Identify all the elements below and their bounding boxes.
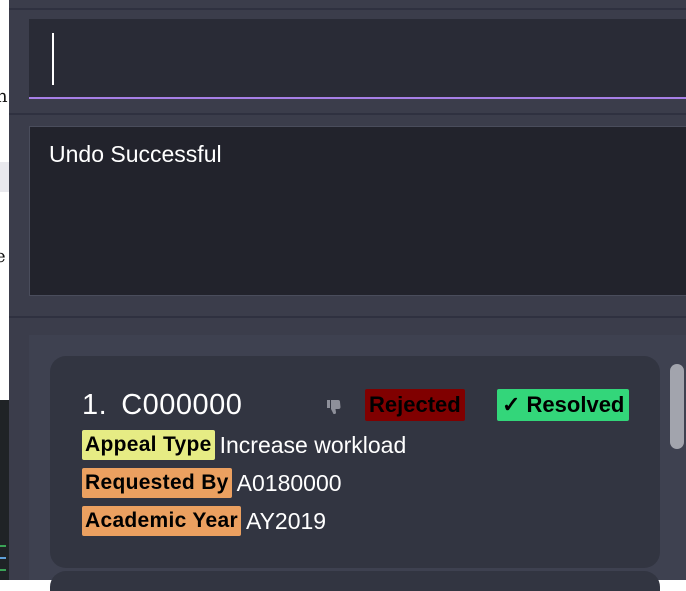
list-scrollbar[interactable] <box>670 364 684 580</box>
text-caret <box>52 33 54 85</box>
requested-by-value: A0180000 <box>236 470 342 496</box>
thumbs-down-icon <box>327 400 341 414</box>
background-window-strip: h e <box>0 0 9 580</box>
academic-year-value: AY2019 <box>245 508 327 534</box>
appeal-list-panel[interactable]: 1. C000000 Rejected ✓ Resolved Appeal Typ… <box>29 335 686 580</box>
appeal-card[interactable]: 1. C000000 Rejected ✓ Resolved Appeal Typ… <box>50 356 660 568</box>
app-window: Undo Successful 1. C000000 Rejected ✓ Res… <box>9 0 686 591</box>
appeal-type-row: Appeal Type Increase workload <box>82 430 406 460</box>
rejected-badge: Rejected <box>365 389 465 421</box>
background-window-band <box>0 162 9 192</box>
appeal-id: C000000 <box>121 389 243 421</box>
academic-year-label: Academic Year <box>82 506 241 536</box>
result-display: Undo Successful <box>29 126 686 296</box>
academic-year-row: Academic Year AY2019 <box>82 506 326 536</box>
appeal-type-value: Increase workload <box>219 432 407 458</box>
next-appeal-card[interactable] <box>50 571 660 591</box>
result-message: Undo Successful <box>49 141 222 167</box>
background-window-dark <box>0 400 9 580</box>
background-window-text: h <box>0 86 8 107</box>
divider <box>9 316 686 318</box>
command-box[interactable] <box>29 19 686 99</box>
appeal-index: 1. <box>82 389 108 421</box>
appeal-title: 1. C000000 <box>82 389 242 422</box>
scrollbar-thumb[interactable] <box>670 364 684 449</box>
requested-by-label: Requested By <box>82 468 232 498</box>
divider <box>9 113 686 115</box>
requested-by-row: Requested By A0180000 <box>82 468 342 498</box>
appeal-type-label: Appeal Type <box>82 430 215 460</box>
resolved-badge: ✓ Resolved <box>497 389 630 421</box>
divider <box>9 8 686 10</box>
background-window-text: e <box>0 246 6 267</box>
